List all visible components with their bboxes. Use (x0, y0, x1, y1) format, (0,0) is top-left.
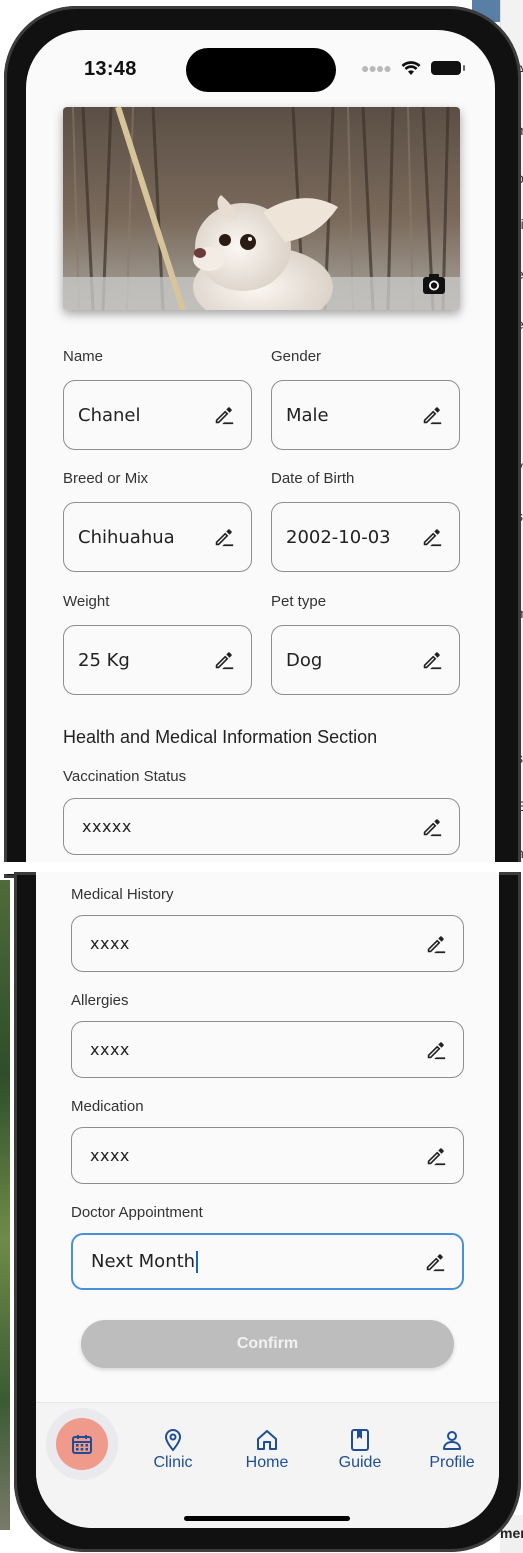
edit-pencil-icon[interactable] (421, 649, 443, 671)
home-icon (257, 1430, 277, 1450)
vaccination-field[interactable]: xxxxx (63, 798, 460, 855)
dob-field[interactable]: 2002-10-03 (271, 502, 460, 572)
book-icon (351, 1429, 369, 1451)
edit-pencil-icon[interactable] (213, 526, 235, 548)
doctor-appointment-label: Doctor Appointment (71, 1204, 203, 1221)
phone-frame-bottom: Medical History xxxx Allergies xxxx Medi… (14, 872, 521, 1552)
edit-pencil-icon[interactable] (425, 1039, 447, 1061)
medical-history-field[interactable]: xxxx (71, 915, 464, 972)
medical-history-label: Medical History (71, 886, 174, 903)
nav-label: Profile (429, 1454, 475, 1471)
vaccination-label: Vaccination Status (63, 768, 187, 785)
pet-type-value: Dog (286, 649, 323, 671)
text-cursor (196, 1250, 198, 1273)
wifi-icon (401, 60, 421, 75)
dob-label: Date of Birth (271, 470, 355, 487)
battery-icon (430, 61, 465, 75)
pet-photo[interactable] (63, 107, 460, 310)
edit-pencil-icon[interactable] (425, 1145, 447, 1167)
breed-value: Chihuahua (78, 526, 175, 548)
edit-pencil-icon[interactable] (421, 816, 443, 838)
status-icons: ●●●● (361, 60, 465, 76)
health-section-title: Health and Medical Information Section (63, 727, 378, 747)
home-indicator (184, 1516, 350, 1521)
dynamic-island (186, 48, 336, 92)
status-time: 13:48 (84, 58, 137, 80)
medication-label: Medication (71, 1098, 144, 1115)
breed-field[interactable]: Chihuahua (63, 502, 252, 572)
nav-item-profile[interactable]: Profile (417, 1428, 487, 1472)
calendar-fab-button[interactable] (56, 1418, 108, 1470)
edit-pencil-icon[interactable] (213, 404, 235, 426)
allergies-label: Allergies (71, 992, 129, 1009)
camera-icon[interactable] (422, 272, 446, 296)
medication-value: xxxx (90, 1146, 130, 1165)
screen-top: 13:48 ●●●● Name Chanel Gender Male Breed… (26, 30, 495, 868)
edit-pencil-icon[interactable] (424, 1251, 446, 1273)
nav-item-home[interactable]: Home (232, 1428, 302, 1472)
doctor-appointment-value: Next Month (91, 1251, 196, 1272)
gender-label: Gender (271, 348, 322, 365)
nav-item-guide[interactable]: Guide (325, 1428, 395, 1472)
pet-type-field[interactable]: Dog (271, 625, 460, 695)
confirm-button[interactable]: Confirm (81, 1320, 454, 1368)
nav-label: Home (245, 1454, 289, 1471)
name-field[interactable]: Chanel (63, 380, 252, 450)
name-value: Chanel (78, 404, 141, 426)
edit-pencil-icon[interactable] (213, 649, 235, 671)
vaccination-value: xxxxx (82, 817, 132, 836)
location-pin-icon (164, 1428, 182, 1452)
cellular-signal-icon: ●●●● (361, 60, 392, 76)
nav-label: Clinic (153, 1454, 193, 1471)
allergies-field[interactable]: xxxx (71, 1021, 464, 1078)
weight-label: Weight (63, 593, 110, 610)
screen-bottom: Medical History xxxx Allergies xxxx Medi… (36, 872, 499, 1528)
doctor-appointment-field[interactable]: Next Month (71, 1233, 464, 1290)
gender-field[interactable]: Male (271, 380, 460, 450)
calendar-icon (72, 1435, 92, 1454)
breed-label: Breed or Mix (63, 470, 149, 487)
weight-field[interactable]: 25 Kg (63, 625, 252, 695)
allergies-value: xxxx (90, 1040, 130, 1059)
background-wallpaper (0, 880, 10, 1530)
pet-type-label: Pet type (271, 593, 327, 610)
medication-field[interactable]: xxxx (71, 1127, 464, 1184)
gender-value: Male (286, 404, 329, 426)
edit-pencil-icon[interactable] (425, 933, 447, 955)
medical-history-value: xxxx (90, 934, 130, 953)
phone-frame-top: 13:48 ●●●● Name Chanel Gender Male Breed… (4, 6, 521, 878)
edit-pencil-icon[interactable] (421, 526, 443, 548)
weight-value: 25 Kg (78, 649, 130, 671)
name-label: Name (63, 348, 104, 365)
dob-value: 2002-10-03 (286, 526, 391, 548)
nav-item-clinic[interactable]: Clinic (138, 1428, 208, 1472)
person-icon (443, 1431, 461, 1450)
dog-photo-image (63, 107, 460, 310)
nav-label: Guide (338, 1454, 382, 1471)
edit-pencil-icon[interactable] (421, 404, 443, 426)
